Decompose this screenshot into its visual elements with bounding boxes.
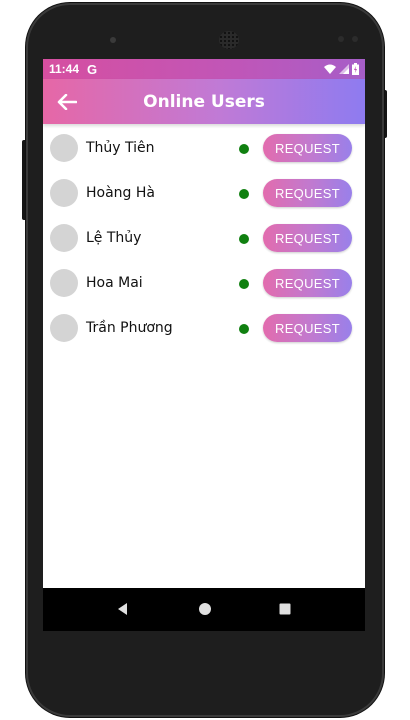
online-status-dot — [239, 144, 249, 154]
signal-icon — [339, 64, 349, 74]
earpiece-speaker — [219, 31, 239, 49]
status-bar: 11:44 G — [43, 59, 365, 79]
app-bar: Online Users — [43, 79, 365, 124]
status-time: 11:44 — [49, 62, 80, 76]
online-status-dot — [239, 324, 249, 334]
user-row: Hoàng Hà REQUEST — [43, 172, 365, 217]
proximity-sensor — [338, 36, 344, 42]
user-name: Thủy Tiên — [86, 140, 155, 156]
user-list: Thủy Tiên REQUEST Hoàng Hà REQUEST Lệ Th… — [43, 124, 365, 352]
back-button[interactable] — [55, 90, 79, 114]
navigation-bar — [43, 588, 365, 631]
user-name: Hoa Mai — [86, 275, 143, 291]
avatar — [50, 134, 78, 162]
user-row: Trần Phương REQUEST — [43, 307, 365, 352]
user-row: Lệ Thủy REQUEST — [43, 217, 365, 262]
user-name: Lệ Thủy — [86, 230, 142, 246]
request-button[interactable]: REQUEST — [263, 179, 352, 207]
avatar — [50, 224, 78, 252]
user-row: Thủy Tiên REQUEST — [43, 127, 365, 172]
screen: 11:44 G Online Users Thủy Tiên REQUEST H… — [43, 59, 365, 631]
request-button[interactable]: REQUEST — [263, 134, 352, 162]
page-title: Online Users — [143, 91, 265, 112]
wifi-icon — [324, 64, 336, 74]
recent-apps-icon[interactable] — [277, 601, 293, 617]
avatar — [50, 269, 78, 297]
user-row: Hoa Mai REQUEST — [43, 262, 365, 307]
request-button[interactable]: REQUEST — [263, 269, 352, 297]
request-button[interactable]: REQUEST — [263, 314, 352, 342]
battery-icon — [352, 63, 359, 75]
online-status-dot — [239, 189, 249, 199]
online-status-dot — [239, 234, 249, 244]
status-icons — [324, 63, 359, 75]
user-name: Hoàng Hà — [86, 185, 155, 201]
google-icon: G — [87, 61, 98, 77]
light-sensor — [352, 36, 358, 42]
avatar — [50, 314, 78, 342]
back-icon[interactable] — [115, 601, 131, 617]
request-button[interactable]: REQUEST — [263, 224, 352, 252]
home-icon[interactable] — [197, 601, 213, 617]
online-status-dot — [239, 279, 249, 289]
arrow-left-icon — [57, 94, 77, 110]
front-camera — [110, 37, 116, 43]
user-name: Trần Phương — [86, 320, 173, 336]
avatar — [50, 179, 78, 207]
